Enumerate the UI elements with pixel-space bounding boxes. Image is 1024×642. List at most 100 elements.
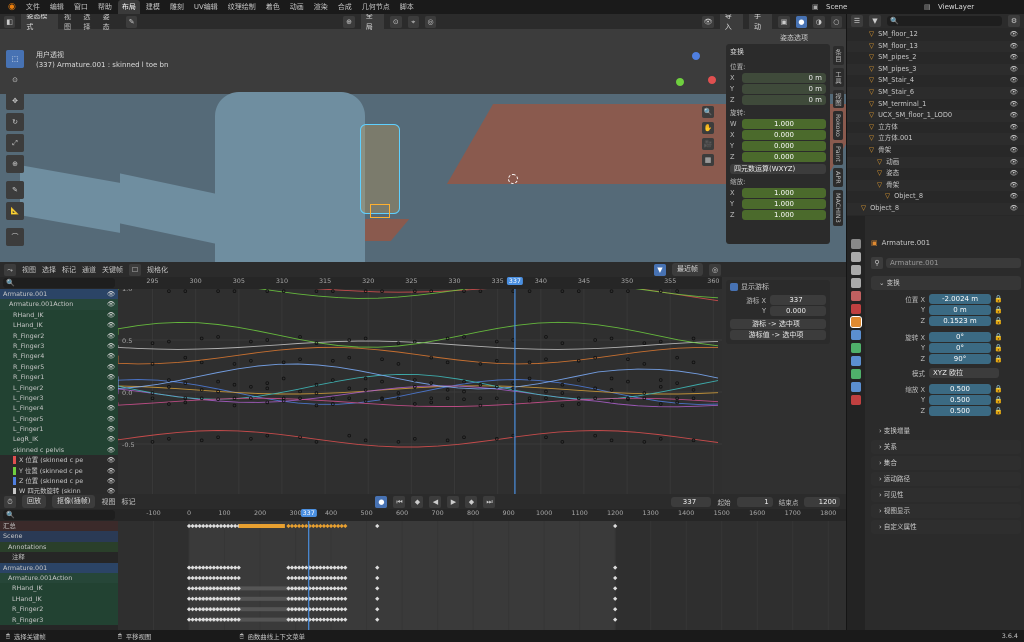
scale-y-field[interactable]: 1.000 — [742, 199, 826, 209]
visibility-eye-icon[interactable]: 👁 — [107, 383, 115, 393]
editor-type-icon[interactable]: ◧ — [4, 15, 16, 28]
graph-channel-action[interactable]: Armature.001Action 👁 — [0, 299, 118, 310]
graph-editor-type-icon[interactable]: ⤳ — [4, 263, 16, 276]
dopesheet-channel-action[interactable]: Armature.001Action — [0, 572, 118, 584]
visibility-eye-icon[interactable]: 👁 — [107, 403, 115, 413]
visibility-eye-icon[interactable]: 👁 — [1010, 203, 1018, 215]
workspace-tab-geometry-nodes[interactable]: 几何节点 — [358, 0, 394, 14]
dopesheet-channel-bone[interactable]: R_Finger2 — [0, 604, 118, 615]
dopesheet-channel-scene[interactable]: Scene — [0, 531, 118, 542]
graph-channel-bone[interactable]: L_Finger2 👁 — [0, 382, 118, 393]
end-frame-field[interactable]: 1200 — [804, 496, 841, 507]
dopesheet-channel-plain[interactable]: 注释 — [0, 552, 118, 563]
xray-icon[interactable]: ▣ — [778, 15, 790, 28]
outliner-item[interactable]: ▽ 动画 👁 — [847, 156, 1024, 169]
armature-icon[interactable]: ⚲ — [871, 257, 883, 269]
outliner-item[interactable]: ▽ 骨架 👁 — [847, 179, 1024, 192]
jump-end-icon[interactable]: ⏭ — [483, 495, 496, 508]
workspace-tab-uv[interactable]: UV编辑 — [190, 0, 222, 14]
workspace-tab-layout[interactable]: 布局 — [117, 0, 140, 14]
visibility-eye-icon[interactable]: 👁 — [1010, 52, 1018, 64]
select-tool-icon[interactable]: ⬚ — [6, 50, 24, 68]
outliner-item[interactable]: ▽ SM_terminal_1 👁 — [847, 99, 1024, 111]
visibility-eye-icon[interactable]: 👁 — [107, 341, 115, 351]
data-name-field[interactable]: Armature.001 — [886, 258, 1021, 268]
visibility-eye-icon[interactable]: 👁 — [107, 372, 115, 382]
manual-button[interactable]: 手动 — [749, 14, 773, 34]
pan-hand-icon[interactable]: ✋ — [702, 122, 714, 134]
prev-key-icon[interactable]: ◆ — [411, 495, 424, 508]
view-layer-tab-icon[interactable] — [851, 278, 861, 288]
outliner-item[interactable]: ▽ SM_floor_13 👁 — [847, 40, 1024, 53]
graph-channel-bone[interactable]: L_Finger1 👁 — [0, 424, 118, 435]
workspace-tab-sculpt[interactable]: 雕刻 — [166, 0, 188, 14]
graph-channel-bone[interactable]: R_Finger5 👁 — [0, 361, 118, 373]
gizmo-x-icon[interactable] — [708, 76, 716, 84]
tool-tab-icon[interactable] — [851, 239, 861, 249]
graph-channel-bone[interactable]: RHand_IK 👁 — [0, 309, 118, 321]
rotation-mode-select[interactable]: XYZ 欧拉 — [929, 368, 999, 378]
cursor-y-field[interactable]: 0.000 — [770, 306, 826, 316]
visibility-eye-icon[interactable]: 👁 — [1010, 180, 1018, 192]
grid-view-icon[interactable]: ▦ — [702, 154, 714, 166]
gizmo-z-icon[interactable] — [692, 52, 700, 60]
lock-icon[interactable]: 🔒 — [994, 295, 1003, 303]
outliner-item[interactable]: ▽ SM_floor_12 👁 — [847, 29, 1024, 41]
properties-section-header[interactable]: › 可见性 — [871, 488, 1021, 502]
proportional-icon[interactable]: ◎ — [424, 15, 437, 28]
outliner-search-input[interactable]: 🔍 — [887, 16, 1002, 26]
pivot-icon[interactable]: ⊙ — [390, 15, 402, 28]
camera-icon[interactable]: 🎥 — [702, 138, 714, 150]
outliner-item[interactable]: ▽ UCX_SM_floor_1_LOD0 👁 — [847, 110, 1024, 122]
lock-icon[interactable]: 🔒 — [994, 396, 1003, 404]
properties-section-header[interactable]: › 运动路径 — [871, 472, 1021, 486]
lock-icon[interactable]: 🔒 — [994, 407, 1003, 415]
timeline-type-icon[interactable]: ⏱ — [4, 495, 16, 508]
rotation-w-field[interactable]: 1.000 — [742, 119, 826, 129]
dopesheet-search-input[interactable]: 🔍 — [3, 510, 115, 520]
viewport-menu-select[interactable]: 选择 — [83, 14, 96, 32]
visibility-eye-icon[interactable]: 👁 — [1010, 157, 1018, 169]
move-tool-icon[interactable]: ✥ — [6, 92, 24, 110]
outliner-options-icon[interactable]: ⚙ — [1008, 15, 1020, 27]
outliner-item[interactable]: ▽ Object_8 👁 — [847, 202, 1024, 215]
scale-tool-icon[interactable]: ⤢ — [6, 134, 24, 152]
visibility-eye-icon[interactable]: 👁 — [1010, 110, 1018, 122]
prop-rotation-x-field[interactable]: 0° — [929, 332, 991, 342]
constraint-tab-icon[interactable] — [851, 356, 861, 366]
cursor-tool-icon[interactable]: ⊙ — [6, 71, 24, 89]
world-tab-icon[interactable] — [851, 304, 861, 314]
visibility-eye-icon[interactable]: 👁 — [1010, 145, 1018, 157]
outliner-item[interactable]: ▽ 骨架 👁 — [847, 145, 1024, 157]
graph-channel-bone[interactable]: R_Finger1 👁 — [0, 372, 118, 383]
rotation-x-field[interactable]: 0.000 — [742, 130, 826, 140]
visibility-eye-icon[interactable]: 👁 — [1010, 29, 1018, 41]
outliner-item[interactable]: ▽ Object_8 👁 — [847, 191, 1024, 203]
visibility-eye-icon[interactable]: 👁 — [107, 476, 115, 486]
transform-section-header[interactable]: ⌄ 变换 — [871, 276, 1021, 290]
tab-rokoko[interactable]: Rokoko — [833, 111, 843, 141]
lock-icon[interactable]: 🔒 — [994, 317, 1003, 325]
cursor-x-field[interactable]: 337 — [770, 295, 826, 305]
workspace-tab-animation[interactable]: 动画 — [286, 0, 308, 14]
normalize-toggle-icon[interactable]: ☐ — [129, 263, 141, 276]
visibility-eye-icon[interactable]: 👁 — [107, 310, 115, 320]
workspace-tab-scripting[interactable]: 脚本 — [396, 0, 418, 14]
visibility-eye-icon[interactable]: 👁 — [107, 486, 115, 494]
blender-logo-icon[interactable]: ◉ — [4, 0, 20, 14]
visibility-eye-icon[interactable]: 👁 — [107, 331, 115, 341]
orientation-dropdown[interactable]: 全局 — [360, 14, 385, 34]
lock-icon[interactable]: 🔒 — [994, 385, 1003, 393]
outliner-item[interactable]: ▽ 立方体.001 👁 — [847, 133, 1024, 145]
menu-edit[interactable]: 编辑 — [46, 0, 68, 14]
graph-channel-bone[interactable]: LHand_IK 👁 — [0, 320, 118, 331]
playback-dropdown[interactable]: 回放 — [22, 495, 46, 508]
graph-channel-bone[interactable]: R_Finger2 👁 — [0, 330, 118, 341]
visibility-eye-icon[interactable]: 👁 — [107, 351, 115, 361]
properties-section-header[interactable]: › 集合 — [871, 456, 1021, 470]
visibility-eye-icon[interactable]: 👁 — [1010, 75, 1018, 87]
visibility-eye-icon[interactable]: 👁 — [1010, 133, 1018, 145]
dopesheet-channel-bone[interactable]: LHand_IK — [0, 593, 118, 605]
show-cursor-checkbox[interactable] — [730, 283, 738, 291]
eyedropper-icon[interactable]: ✎ — [125, 15, 138, 28]
